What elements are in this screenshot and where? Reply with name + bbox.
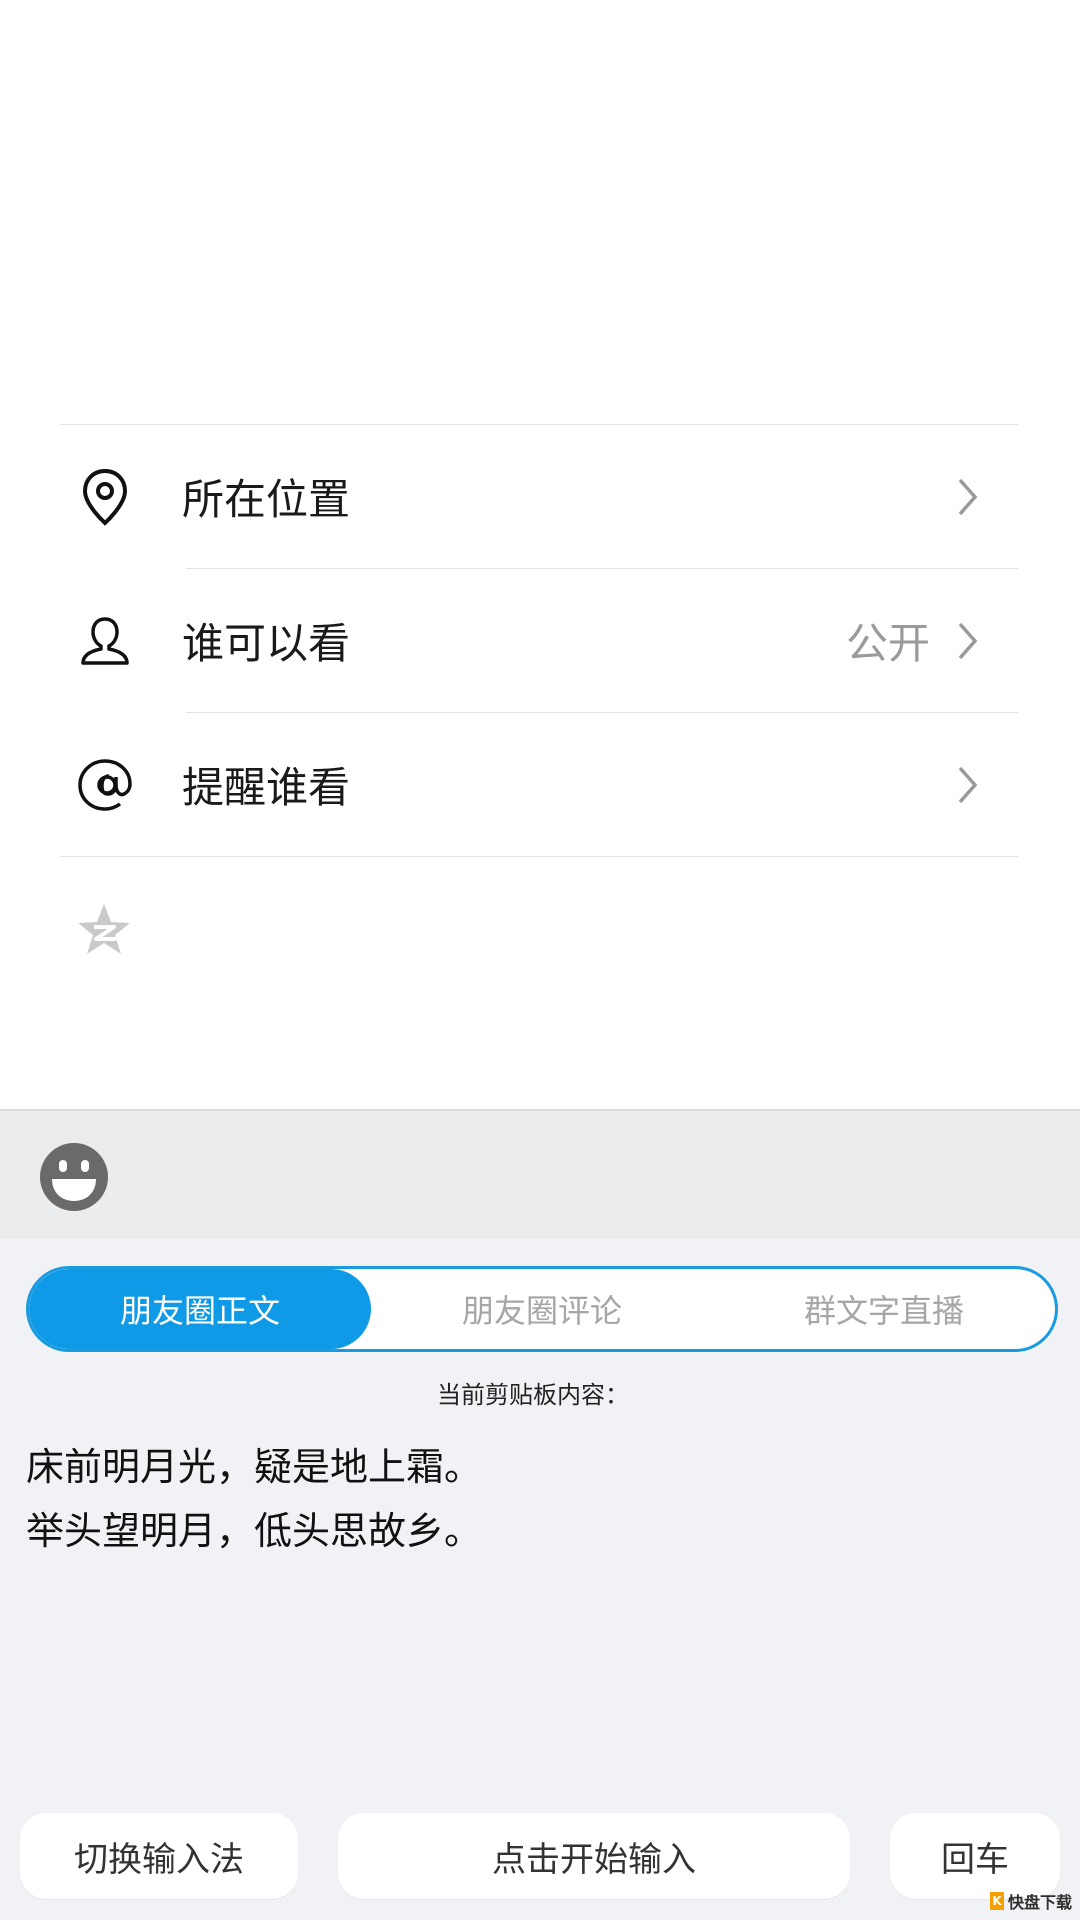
location-row[interactable]: 所在位置 <box>60 425 1018 568</box>
person-icon <box>60 596 150 686</box>
tab-moments-post[interactable]: 朋友圈正文 <box>29 1269 371 1349</box>
mode-tabs: 朋友圈正文 朋友圈评论 群文字直播 <box>26 1266 1058 1352</box>
qzone-star-icon[interactable] <box>74 900 134 960</box>
divider-bottom <box>60 856 1018 857</box>
remind-who-label: 提醒谁看 <box>182 763 351 812</box>
switch-ime-button[interactable]: 切换输入法 <box>20 1813 298 1899</box>
watermark-k-icon: K <box>990 1892 1004 1910</box>
chevron-right-icon <box>948 616 988 666</box>
location-pin-icon <box>60 452 150 542</box>
tab-moments-comment[interactable]: 朋友圈评论 <box>371 1269 713 1349</box>
who-can-see-row[interactable]: 谁可以看 公开 <box>60 569 1018 712</box>
chevron-right-icon <box>948 760 988 810</box>
watermark-logo: K 快盘下载 <box>990 1886 1080 1916</box>
location-label: 所在位置 <box>182 475 351 524</box>
screen: 所在位置 谁可以看 公开 提醒谁看 朋友圈正文 朋友圈评论 群文字直播 当前剪贴… <box>0 0 1080 1920</box>
emoji-bar <box>0 1109 1080 1241</box>
clipboard-keyboard-panel: 朋友圈正文 朋友圈评论 群文字直播 当前剪贴板内容： 床前明月光，疑是地上霜。 … <box>0 1239 1080 1920</box>
at-sign-icon <box>60 740 150 830</box>
clipboard-title: 当前剪贴板内容： <box>437 1381 629 1409</box>
chevron-right-icon <box>948 472 988 522</box>
remind-who-row[interactable]: 提醒谁看 <box>60 713 1018 856</box>
clipboard-content: 床前明月光，疑是地上霜。 举头望明月，低头思故乡。 <box>26 1445 483 1553</box>
watermark-text: 快盘下载 <box>1008 1893 1073 1912</box>
emoji-face-icon[interactable] <box>38 1141 110 1213</box>
who-can-see-value: 公开 <box>845 619 930 668</box>
tab-group-live-text[interactable]: 群文字直播 <box>713 1269 1055 1349</box>
who-can-see-label: 谁可以看 <box>182 619 351 668</box>
start-input-button[interactable]: 点击开始输入 <box>338 1813 850 1899</box>
